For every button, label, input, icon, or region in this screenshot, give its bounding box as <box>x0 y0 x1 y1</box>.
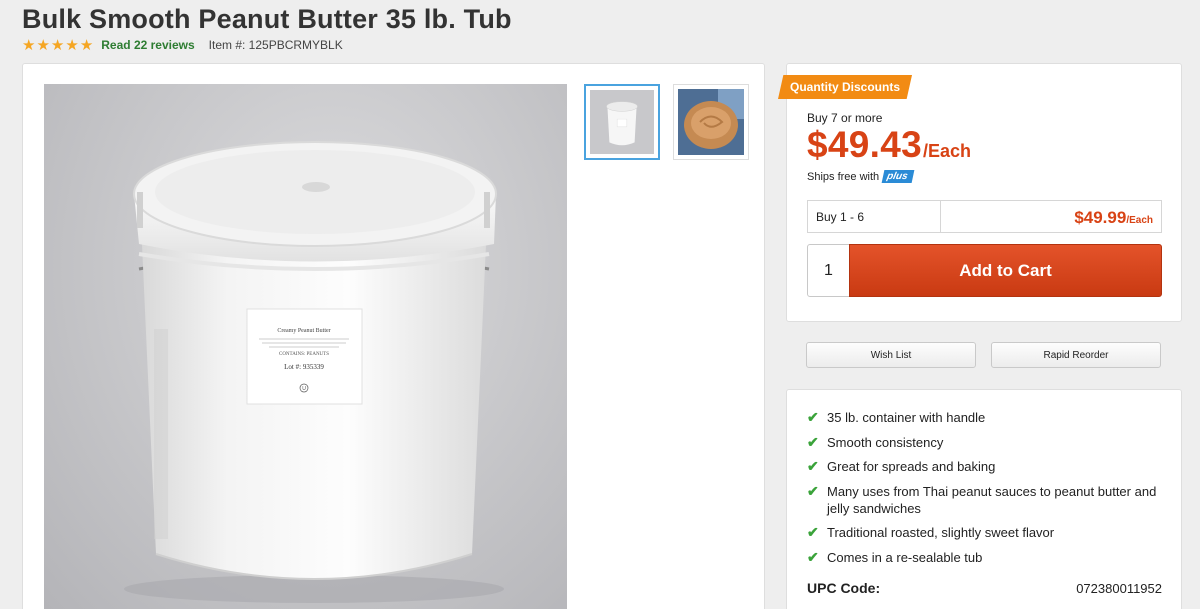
bulk-price-amount: $49.43 <box>807 124 922 165</box>
peanut-butter-tub-image: Creamy Peanut Butter CONTAINS: PEANUTS L… <box>124 141 504 603</box>
wish-list-button[interactable]: Wish List <box>806 342 976 368</box>
checkmark-icon: ✔ <box>807 524 819 540</box>
star-icon: ★ <box>79 36 94 54</box>
label-contains: CONTAINS: PEANUTS <box>279 352 329 357</box>
bulk-quantity-label: Buy 7 or more <box>807 111 883 125</box>
add-to-cart-button[interactable]: Add to Cart <box>849 244 1162 297</box>
star-rating: ★ ★ ★ ★ ★ <box>22 38 93 53</box>
ships-text: Ships free with <box>807 170 880 183</box>
label-title: Creamy Peanut Butter <box>277 328 330 334</box>
rapid-reorder-button[interactable]: Rapid Reorder <box>991 342 1161 368</box>
image-gallery: Creamy Peanut Butter CONTAINS: PEANUTS L… <box>22 63 765 609</box>
checkmark-icon: ✔ <box>807 482 819 499</box>
label-lot: Lot #: 935339 <box>284 363 324 371</box>
feature-list: ✔ 35 lb. container with handle ✔ Smooth co… <box>807 409 1167 573</box>
feature-item: ✔ Great for spreads and baking <box>807 458 996 474</box>
tub-thumbnail-image <box>590 90 654 154</box>
shipping-info: Ships free with plus <box>807 170 915 183</box>
features-panel: ✔ 35 lb. container with handle ✔ Smooth co… <box>786 389 1182 609</box>
star-icon: ★ <box>65 36 79 54</box>
checkmark-icon: ✔ <box>807 548 819 565</box>
item-number: Item #: 125PBCRMYBLK <box>208 38 343 52</box>
price-tier-row: Buy 1 - 6 $49.99/Each <box>807 200 1162 233</box>
tier-quantity: Buy 1 - 6 <box>808 201 941 232</box>
product-title: Bulk Smooth Peanut Butter 35 lb. Tub <box>22 4 512 34</box>
thumbnail-tub[interactable] <box>584 84 660 160</box>
reviews-link[interactable]: Read 22 reviews <box>101 38 194 52</box>
star-icon: ★ <box>36 36 50 54</box>
pricing-panel: Quantity Discounts Buy 7 or more $49.43 … <box>778 63 1182 322</box>
feature-item: ✔ Smooth consistency <box>807 433 944 450</box>
upc-label: UPC Code: <box>807 580 881 596</box>
checkmark-icon: ✔ <box>807 458 819 474</box>
star-icon: ★ <box>50 36 65 54</box>
checkmark-icon: ✔ <box>807 433 819 450</box>
quantity-input[interactable] <box>807 244 850 297</box>
star-icon: ★ <box>22 36 36 54</box>
plus-badge[interactable]: plus <box>881 170 915 183</box>
peanut-butter-thumbnail-image <box>678 89 744 155</box>
checkmark-icon: ✔ <box>807 409 819 425</box>
upc-value: 072380011952 <box>1076 580 1162 596</box>
tier-price-unit: /Each <box>1126 215 1153 226</box>
quantity-discounts-badge: Quantity Discounts <box>778 75 913 99</box>
upc-row: UPC Code: 072380011952 <box>807 580 1162 596</box>
main-product-image[interactable]: Creamy Peanut Butter CONTAINS: PEANUTS L… <box>44 84 567 609</box>
bulk-price-unit: /Each <box>922 141 971 161</box>
feature-item: ✔ Many uses from Thai peanut sauces to pe… <box>807 482 1157 516</box>
feature-item: ✔ 35 lb. container with handle <box>807 409 986 425</box>
feature-item: ✔ Comes in a re-sealable tub <box>807 548 983 565</box>
bulk-price: $49.43 /Each <box>807 124 971 166</box>
label-mark: U <box>302 386 306 392</box>
tier-price: $49.99/Each <box>941 201 1161 232</box>
tier-price-amount: $49.99 <box>1074 208 1127 227</box>
product-meta: ★ ★ ★ ★ ★ Read 22 reviews Item #: 125PBC… <box>22 37 343 53</box>
thumbnail-peanut-butter[interactable] <box>673 84 749 160</box>
feature-item: ✔ Traditional roasted, slightly sweet fla… <box>807 524 1055 540</box>
